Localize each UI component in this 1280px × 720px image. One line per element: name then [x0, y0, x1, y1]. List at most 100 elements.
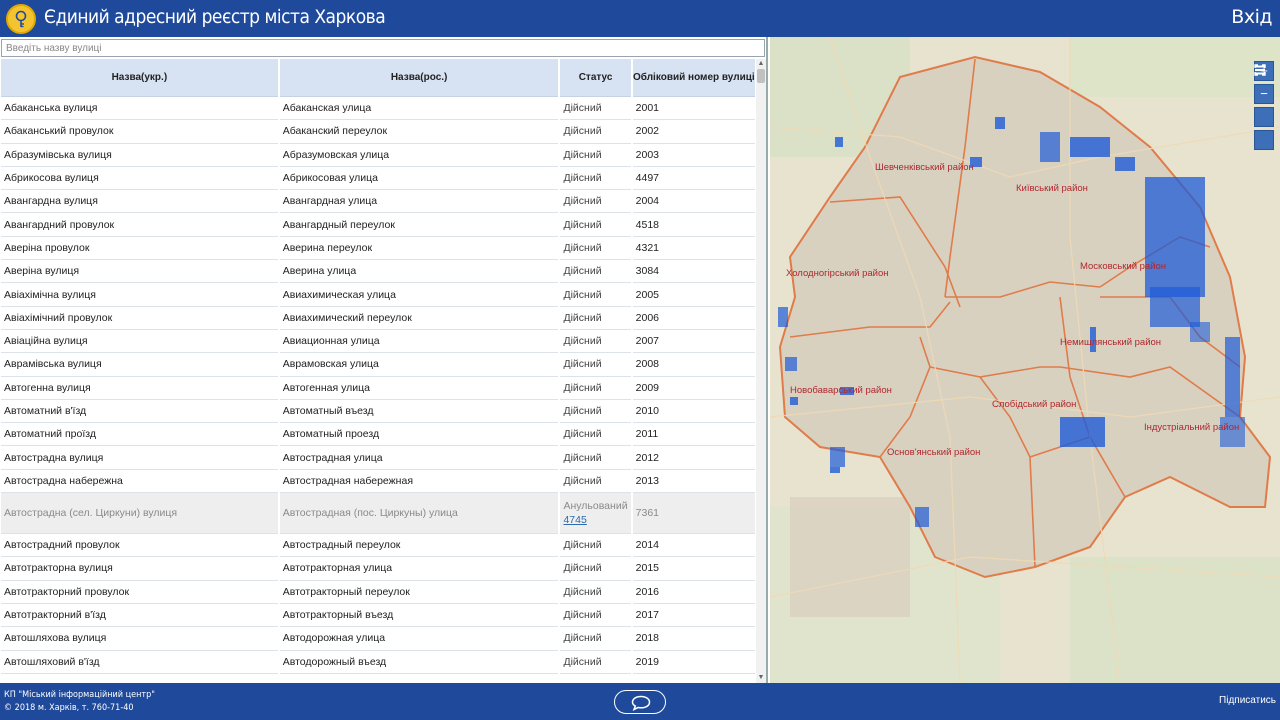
- street-status: Дійсний: [560, 581, 631, 604]
- table-row[interactable]: Авіаційна вулиця Авиационная улица Дійсний…: [1, 330, 755, 354]
- street-name-rus: Авангардный переулок: [279, 213, 559, 237]
- street-status: Дійсний: [560, 144, 631, 167]
- street-account-number: 2001: [632, 97, 755, 121]
- table-scrollbar[interactable]: ▲ ▼: [756, 59, 766, 683]
- table-row[interactable]: Автострадний провулок Автострадный переул…: [1, 534, 755, 558]
- street-name-ukr: Авангардний провулок: [1, 213, 278, 237]
- street-name-rus: Аверина улица: [279, 260, 559, 284]
- district-label: Слобідський район: [992, 399, 1077, 410]
- street-status: Дійсний: [560, 353, 631, 377]
- column-header-name-rus[interactable]: Назва(рос.): [279, 59, 559, 97]
- street-account-number: 2014: [632, 534, 755, 558]
- street-status: Дійсний: [560, 190, 631, 214]
- street-status: Дійсний: [560, 423, 631, 447]
- table-row[interactable]: Абаканський провулок Абаканский переулок Д…: [1, 120, 755, 144]
- street-status: Дійсний: [560, 260, 631, 284]
- table-row[interactable]: Абразумівська вулиця Абразумовская улица Д…: [1, 144, 755, 167]
- layers-button[interactable]: [1254, 65, 1274, 150]
- table-row-cancelled[interactable]: Автострадна (сел. Циркуни) вулиця Автостр…: [1, 493, 755, 535]
- street-name-rus: Абаканская улица: [279, 97, 559, 121]
- table-row[interactable]: Аврамівська вулиця Аврамовская улица Дійсн…: [1, 353, 755, 377]
- street-name-rus: Автогенная улица: [279, 377, 559, 400]
- scroll-up-arrow-icon[interactable]: ▲: [756, 59, 766, 69]
- street-name-rus: Автотракторный въезд: [279, 604, 559, 628]
- street-account-number: 2017: [632, 604, 755, 628]
- street-name-rus: Авиационная улица: [279, 330, 559, 354]
- street-name-ukr: Абрикосова вулиця: [1, 167, 278, 191]
- city-emblem-logo: [6, 4, 36, 34]
- table-row[interactable]: Абрикосова вулиця Абрикосовая улица Дійсни…: [1, 167, 755, 191]
- street-status: Дійсний: [560, 446, 631, 470]
- street-name-ukr: Автотракторний в'їзд: [1, 604, 278, 628]
- table-row[interactable]: Автотракторна вулиця Автотракторная улица…: [1, 557, 755, 581]
- district-label: Холодногірський район: [786, 268, 889, 279]
- table-row[interactable]: Автострадна вулиця Автострадная улица Дійс…: [1, 446, 755, 470]
- table-row[interactable]: Авіахімічна вулиця Авиахимическая улица Ді…: [1, 283, 755, 307]
- column-header-name-ukr[interactable]: Назва(укр.): [1, 59, 278, 97]
- table-row[interactable]: Авангардний провулок Авангардный переулок…: [1, 213, 755, 237]
- zoom-out-button[interactable]: −: [1254, 84, 1274, 104]
- footer-copyright: © 2018 м. Харків, т. 760-71-40: [4, 703, 134, 713]
- street-search-input[interactable]: [1, 39, 765, 57]
- city-map[interactable]: Шевченківський район Київський район Холод…: [770, 37, 1280, 683]
- district-label: Новобаварський район: [790, 385, 892, 396]
- table-row[interactable]: Автострадна набережна Автострадная набере…: [1, 470, 755, 494]
- scrollbar-thumb[interactable]: [757, 69, 765, 83]
- street-name-rus: Абрикосовая улица: [279, 167, 559, 191]
- subscribe-link[interactable]: Підписатись: [1219, 695, 1276, 706]
- street-name-rus: Автодорожный въезд: [279, 651, 559, 674]
- street-name-ukr: Автострадна набережна: [1, 470, 278, 494]
- street-name-ukr: Авіахімічна вулиця: [1, 283, 278, 307]
- street-list-panel: Назва(укр.) Назва(рос.) Статус Обліковий…: [0, 37, 768, 683]
- full-extent-button[interactable]: [1254, 64, 1274, 127]
- table-row[interactable]: Авангардна вулиця Авангардная улица Дійсни…: [1, 190, 755, 214]
- table-row[interactable]: Автошляхова вулиця Автодорожная улица Дійс…: [1, 627, 755, 651]
- table-row[interactable]: Автотракторний в'їзд Автотракторный въезд…: [1, 604, 755, 628]
- street-name-ukr: Автотракторна вулиця: [1, 557, 278, 581]
- street-status: Дійсний: [560, 213, 631, 237]
- table-row[interactable]: Автотракторний провулок Автотракторный пе…: [1, 581, 755, 604]
- app-title: Єдиний адресний реєстр міста Харкова: [44, 6, 386, 28]
- street-account-number: 2012: [632, 446, 755, 470]
- street-status: Дійсний: [560, 534, 631, 558]
- street-name-rus: Автострадная набережная: [279, 470, 559, 494]
- street-account-number: 4321: [632, 237, 755, 261]
- street-name-ukr: Автоматний в'їзд: [1, 400, 278, 424]
- street-name-ukr: Абаканська вулиця: [1, 97, 278, 121]
- table-row[interactable]: Автогенна вулиця Автогенная улица Дійсний 2…: [1, 377, 755, 400]
- district-label: Київський район: [1016, 183, 1088, 194]
- street-name-rus: Автострадная улица: [279, 446, 559, 470]
- table-row[interactable]: Автошляховий в'їзд Автодорожный въезд Дійс…: [1, 651, 755, 674]
- street-name-rus: Авангардная улица: [279, 190, 559, 214]
- table-row[interactable]: Абаканська вулиця Абаканская улица Дійсний…: [1, 97, 755, 121]
- table-row[interactable]: Аверіна вулиця Аверина улица Дійсний 3084: [1, 260, 755, 284]
- column-header-account-number[interactable]: Обліковий номер вулиці: [632, 59, 755, 97]
- chat-button[interactable]: [614, 690, 666, 714]
- street-name-ukr: Автошляховий в'їзд: [1, 651, 278, 674]
- street-status: Дійсний: [560, 307, 631, 330]
- street-account-number: 2004: [632, 190, 755, 214]
- login-button[interactable]: Вхід: [1231, 6, 1272, 28]
- street-status: Дійсний: [560, 627, 631, 651]
- replacement-street-link[interactable]: 4745: [563, 514, 586, 526]
- street-account-number: 2008: [632, 353, 755, 377]
- scroll-down-arrow-icon[interactable]: ▼: [756, 673, 766, 683]
- street-name-rus: Авиахимический переулок: [279, 307, 559, 330]
- map-canvas[interactable]: [770, 37, 1280, 683]
- street-account-number: 2016: [632, 581, 755, 604]
- street-name-rus: Аврамовская улица: [279, 353, 559, 377]
- table-row[interactable]: Авіахімічний провулок Авиахимический пере…: [1, 307, 755, 330]
- street-account-number: 2018: [632, 627, 755, 651]
- street-name-rus: Автотракторная улица: [279, 557, 559, 581]
- column-header-status[interactable]: Статус: [560, 59, 631, 97]
- street-name-rus: Автоматный въезд: [279, 400, 559, 424]
- street-status: Дійсний: [560, 330, 631, 354]
- street-account-number: 4497: [632, 167, 755, 191]
- district-label: Немишлянський район: [1060, 337, 1162, 348]
- table-row[interactable]: Автоматний в'їзд Автоматный въезд Дійсний 2…: [1, 400, 755, 424]
- app-footer: КП "Міський інформаційний центр" © 2018 …: [0, 683, 1280, 720]
- table-row[interactable]: Аверіна провулок Аверина переулок Дійсний 4…: [1, 237, 755, 261]
- footer-org-name: КП "Міський інформаційний центр": [4, 690, 155, 700]
- table-row[interactable]: Автоматний проїзд Автоматный проезд Дійсни…: [1, 423, 755, 447]
- layers-list-icon: [1255, 65, 1265, 75]
